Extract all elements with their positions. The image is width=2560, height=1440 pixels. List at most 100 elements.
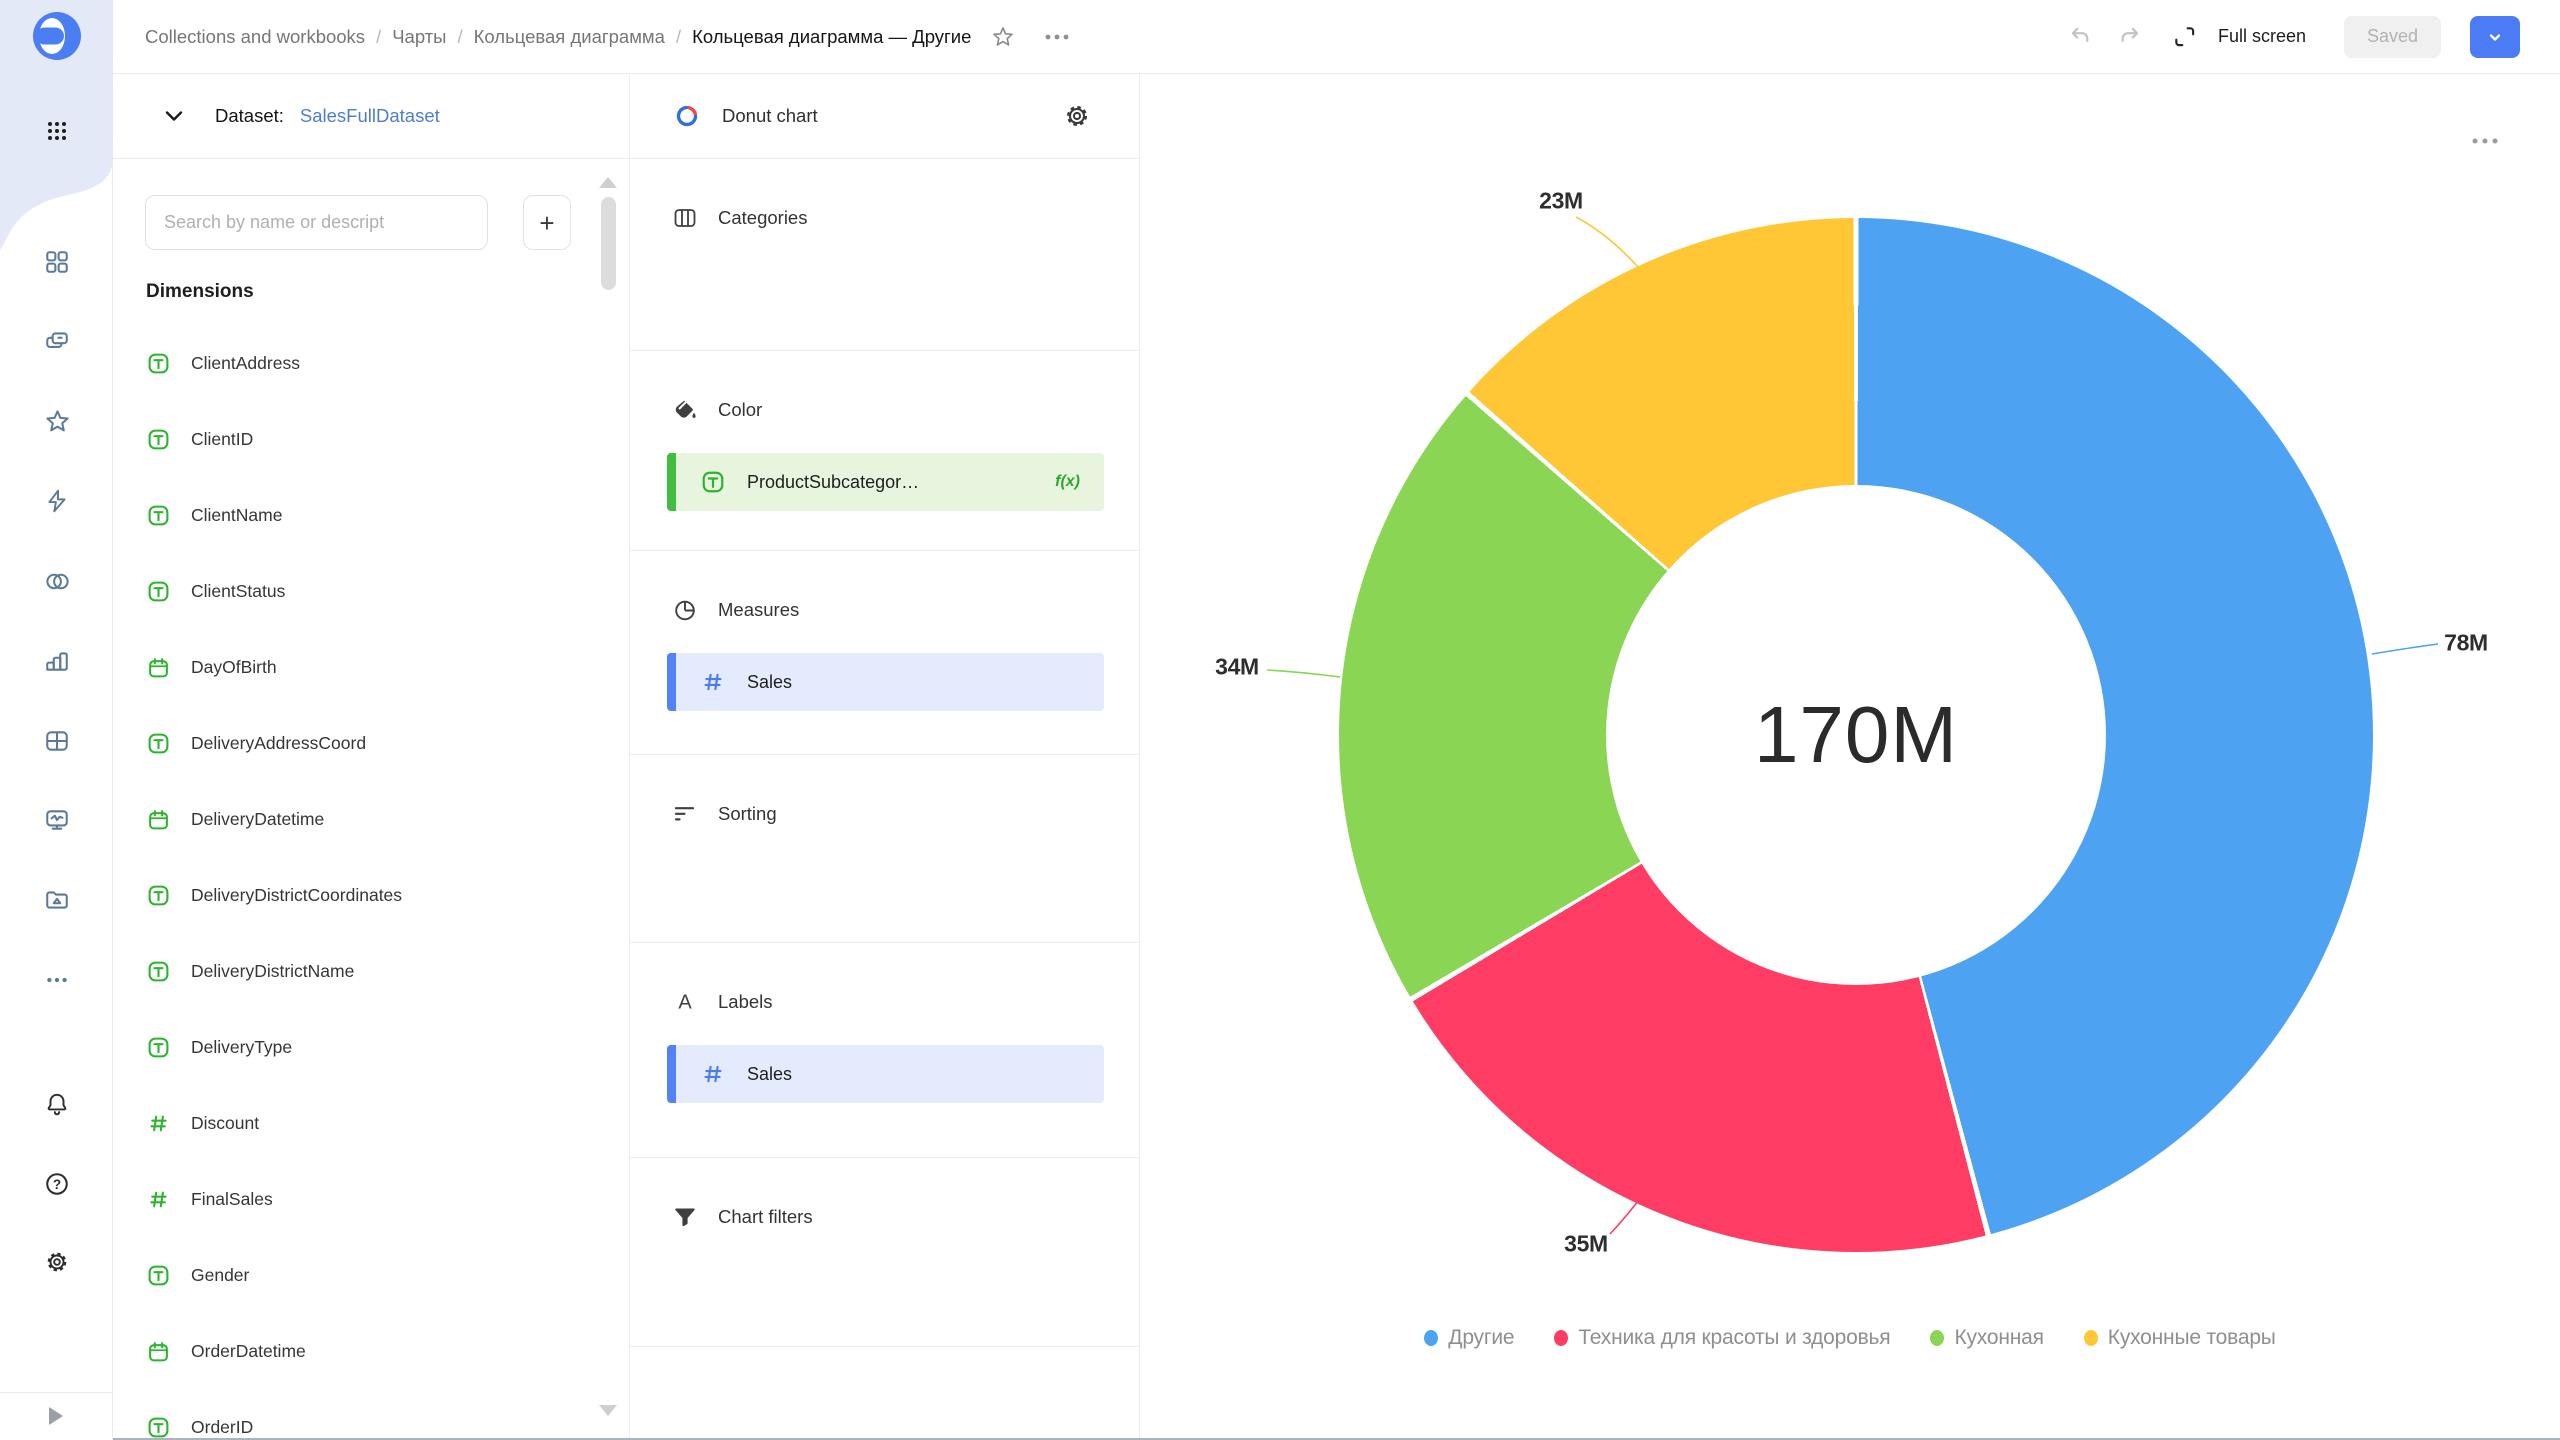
slice-value-label: 35M [1564,1231,1608,1258]
dataset-field-row[interactable]: OrderDatetime [113,1313,583,1389]
formula-fx-icon: f(x) [1055,473,1080,491]
workbooks-folders-icon[interactable] [36,320,78,362]
donut-hole: 170M [1606,485,2106,985]
dashboard-monitor-icon[interactable] [36,799,78,841]
apps-grid-icon[interactable] [36,110,78,152]
entry-menu-dots-icon[interactable] [1039,28,1075,46]
dataset-field-row[interactable]: DeliveryDistrictCoordinates [113,857,583,933]
add-field-button[interactable]: + [523,195,571,250]
section-chart-filters[interactable]: Chart filters [630,1158,1139,1347]
field-name: DeliveryAddressCoord [191,733,366,754]
dataset-field-row[interactable]: FinalSales [113,1161,583,1237]
date-field-icon [147,1340,170,1363]
saved-button[interactable]: Saved [2344,16,2441,58]
string-field-icon [147,960,170,983]
section-label: Measures [718,599,799,621]
favorites-star-icon[interactable] [36,400,78,442]
breadcrumb-link[interactable]: Кольцевая диаграмма [474,26,665,48]
bar-chart-icon[interactable] [36,640,78,682]
dataset-field-row[interactable]: Discount [113,1085,583,1161]
svg-text:A: A [678,992,692,1014]
dataset-field-row[interactable]: ClientAddress [113,325,583,401]
section-color[interactable]: Color ProductSubcategor… f(x) [630,351,1139,551]
dataset-field-row[interactable]: DeliveryDistrictName [113,933,583,1009]
section-measures[interactable]: Measures Sales [630,551,1139,755]
date-field-icon [147,808,170,831]
dataset-field-row[interactable]: OrderID [113,1389,583,1438]
connections-circles-icon[interactable] [36,560,78,602]
dimensions-field-list: ClientAddress ClientID Clien [113,325,583,1438]
scrollbar-thumb[interactable] [601,197,616,290]
settings-gear-icon[interactable] [36,1241,78,1283]
breadcrumb-separator: / [457,26,462,48]
dimensions-title: Dimensions [146,281,254,303]
dataset-collapse-chevron-icon[interactable] [159,101,189,131]
section-label: Color [718,399,762,421]
labels-field-pill[interactable]: Sales [667,1045,1104,1103]
fullscreen-expand-icon[interactable] [2168,20,2202,54]
redo-icon[interactable] [2112,20,2146,54]
chart-type-header: Donut chart [630,74,1139,159]
dataset-field-row[interactable]: ClientStatus [113,553,583,629]
help-icon[interactable]: ? [36,1163,78,1205]
chart-type-label[interactable]: Donut chart [722,105,818,127]
breadcrumb: Collections and workbooks / Чарты / Кольцева… [145,26,971,48]
undo-icon[interactable] [2064,20,2098,54]
legend-dot-icon [1554,1330,1568,1346]
legend-item[interactable]: Кухонная [1930,1326,2043,1350]
section-labels[interactable]: A Labels Sales [630,943,1139,1158]
squares-grid-icon[interactable] [36,241,78,283]
folder-image-icon[interactable] [36,879,78,921]
breadcrumb-separator: / [676,26,681,48]
donut-center-total: 170M [1754,689,1958,781]
number-field-icon [701,670,725,694]
dataset-field-row[interactable]: Gender [113,1237,583,1313]
scrollbar-down-arrow[interactable] [599,1405,617,1416]
scrollbar-up-arrow[interactable] [599,177,617,188]
field-name: DeliveryDatetime [191,809,324,830]
chart-config-panel: Donut chart Categories [630,74,1140,1438]
chart-settings-gear-icon[interactable] [1063,102,1091,130]
favorite-star-icon[interactable] [987,21,1019,53]
number-field-icon [147,1188,170,1211]
collapse-sidebar-button[interactable] [0,1392,112,1438]
left-rail: ? [0,0,113,1440]
dataset-field-row[interactable]: ClientID [113,401,583,477]
save-dropdown-button[interactable] [2470,16,2520,58]
dataset-field-row[interactable]: DayOfBirth [113,629,583,705]
lightning-icon[interactable] [36,480,78,522]
notifications-bell-icon[interactable] [36,1083,78,1125]
dataset-field-row[interactable]: ClientName [113,477,583,553]
slice-value-label: 34M [1215,654,1259,681]
dataset-panel: Dataset: SalesFullDataset + Dimensions C… [113,74,630,1438]
chart-menu-dots-icon[interactable] [2466,132,2504,150]
topbar-actions: Full screen Saved [2064,16,2520,58]
full-screen-label[interactable]: Full screen [2218,26,2306,47]
datalens-logo[interactable] [33,12,81,60]
field-name: OrderID [191,1417,253,1438]
filter-funnel-icon [672,1204,698,1230]
table-icon[interactable] [36,720,78,762]
pie-measures-icon [672,597,698,623]
donut-chart-icon[interactable] [672,101,702,131]
breadcrumb-link[interactable]: Чарты [392,26,446,48]
measures-field-pill[interactable]: Sales [667,653,1104,711]
chart-preview-area: 170M 78M35M34M23M ДругиеТехника для крас… [1140,74,2560,1438]
legend-item[interactable]: Техника для красоты и здоровья [1554,1326,1890,1350]
paint-bucket-icon [672,397,698,423]
field-name: ClientStatus [191,581,285,602]
dataset-field-row[interactable]: DeliveryDatetime [113,781,583,857]
legend-item[interactable]: Другие [1424,1326,1514,1350]
breadcrumb-link[interactable]: Collections and workbooks [145,26,365,48]
section-sorting[interactable]: Sorting [630,755,1139,943]
field-name: DayOfBirth [191,657,277,678]
more-ellipsis-icon[interactable] [36,959,78,1001]
dataset-name-link[interactable]: SalesFullDataset [300,105,440,127]
dataset-field-row[interactable]: DeliveryType [113,1009,583,1085]
field-search-input[interactable] [145,195,488,250]
section-categories[interactable]: Categories [630,159,1139,351]
legend-item[interactable]: Кухонные товары [2084,1326,2276,1350]
labels-a-icon: A [672,989,698,1015]
dataset-field-row[interactable]: DeliveryAddressCoord [113,705,583,781]
color-field-pill[interactable]: ProductSubcategor… f(x) [667,453,1104,511]
